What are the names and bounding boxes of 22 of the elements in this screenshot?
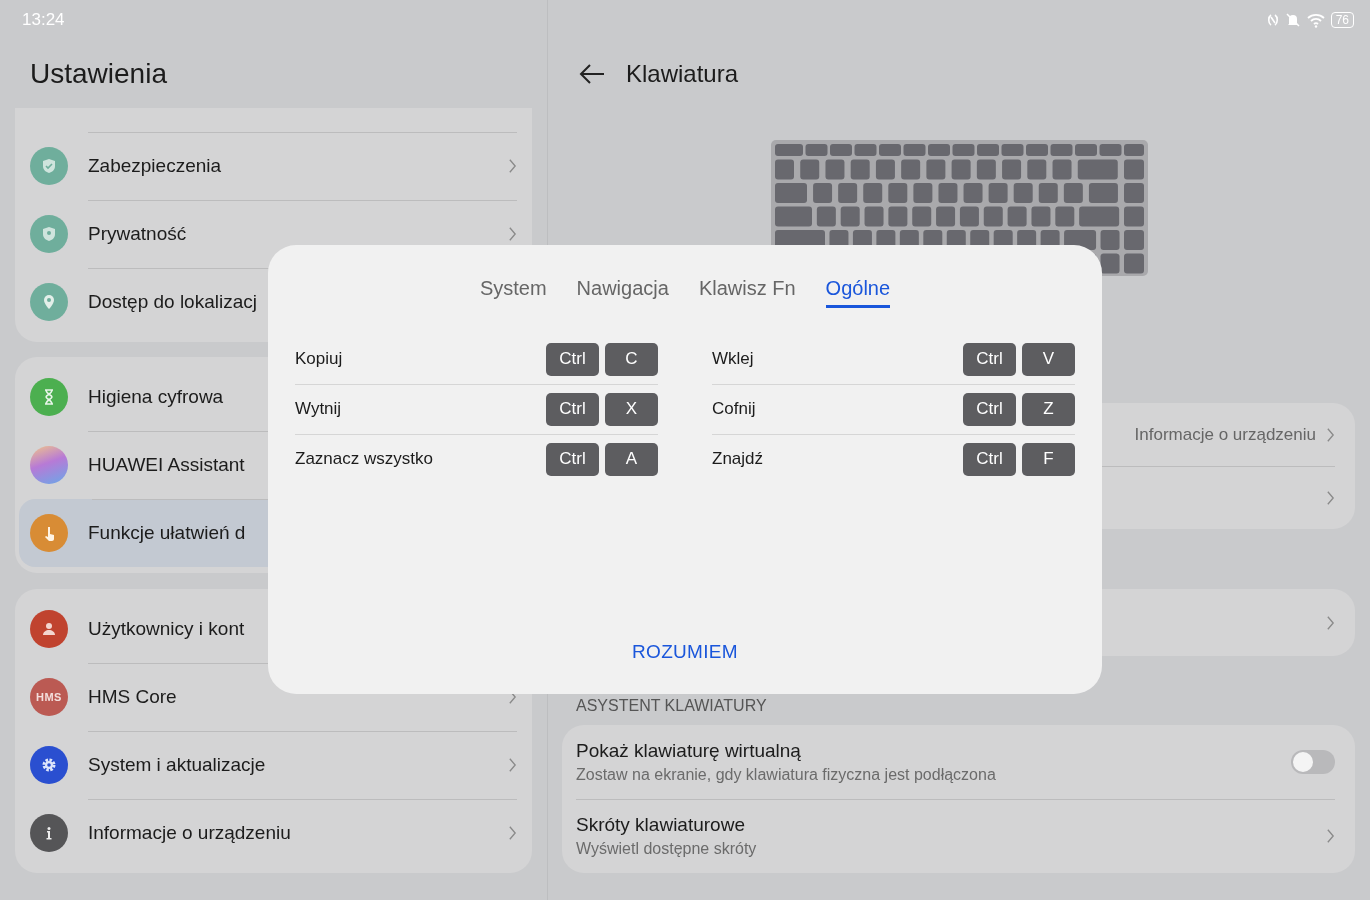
key-cap: Ctrl xyxy=(963,342,1016,376)
section-header: ASYSTENT KLAWIATURY xyxy=(575,697,768,715)
key-cap: Z xyxy=(1022,392,1075,426)
key-cap: Ctrl xyxy=(546,442,599,476)
key-cap: Ctrl xyxy=(963,442,1016,476)
key-cap: Ctrl xyxy=(963,392,1016,426)
shortcut-label: Zaznacz wszystko xyxy=(295,449,434,469)
settings-title: Ustawienia xyxy=(29,57,168,91)
shortcut-label: Cofnij xyxy=(712,399,757,419)
shortcut-label: Wytnij xyxy=(295,399,343,419)
key-cap: A xyxy=(605,442,658,476)
key-cap: V xyxy=(1022,342,1075,376)
shortcut-label: Wklej xyxy=(712,349,755,369)
key-cap: Ctrl xyxy=(546,392,599,426)
key-cap: X xyxy=(605,392,658,426)
key-cap: F xyxy=(1022,442,1075,476)
page-title: Klawiatura xyxy=(626,60,739,88)
key-cap: Ctrl xyxy=(546,342,599,376)
key-cap: C xyxy=(605,342,658,376)
shortcut-label: Znajdź xyxy=(712,449,765,469)
hms-icon: HMS xyxy=(30,678,68,716)
shortcut-label: Kopiuj xyxy=(295,349,344,369)
